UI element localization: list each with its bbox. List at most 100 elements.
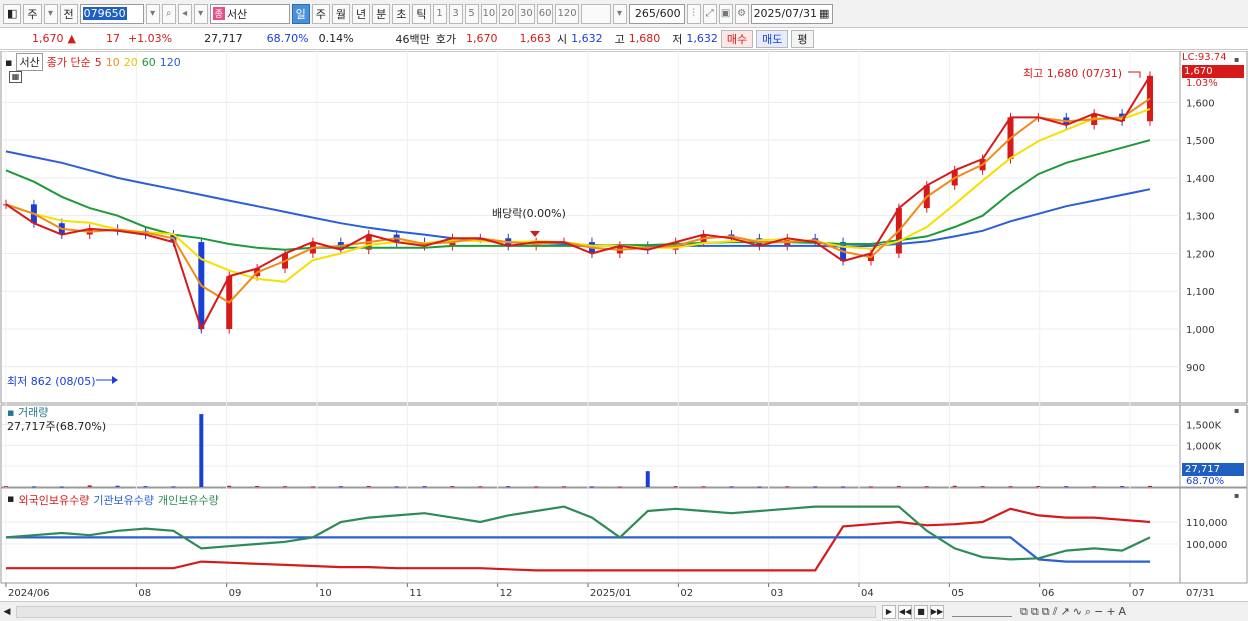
x-tick-label: 12 xyxy=(500,588,513,599)
low-price: 1,632 xyxy=(686,32,718,45)
interval-custom-input[interactable] xyxy=(580,3,611,24)
period-second[interactable]: 초 xyxy=(392,3,411,24)
search-zoom-icon[interactable]: ⌕ xyxy=(1085,605,1091,619)
trend-icon[interactable]: ↗ xyxy=(1060,605,1069,619)
period-minute[interactable]: 분 xyxy=(372,3,391,24)
period-month[interactable]: 월 xyxy=(331,3,351,24)
period-tick[interactable]: 틱 xyxy=(412,3,431,24)
layout-2-icon[interactable]: ⧉ xyxy=(1031,605,1039,619)
price-tick-label: 1,500 xyxy=(1186,136,1215,147)
holdings-close-icon[interactable]: ▪ xyxy=(1234,491,1239,500)
price-tick-label: 1,300 xyxy=(1186,212,1215,223)
speaker-dropdown-icon[interactable]: ▾ xyxy=(193,3,208,24)
interval-120[interactable]: 120 xyxy=(555,3,579,24)
bar-count-max: /600 xyxy=(655,7,681,20)
chart-svg[interactable]: 1,600 1,500 1,400 1,300 1,200 1,100 1,000 900 1,… xyxy=(0,51,1248,603)
panel-menu-icon[interactable]: ▪ xyxy=(5,56,12,69)
high-label: 고 xyxy=(614,32,625,46)
rewind-icon[interactable]: ◀◀ xyxy=(898,604,912,619)
ask-price: 1,670 xyxy=(466,32,498,45)
legend-stock-name[interactable]: 서산 xyxy=(16,53,43,71)
period-day[interactable]: 일 xyxy=(291,3,310,24)
code-dropdown-icon[interactable]: ▾ xyxy=(145,3,160,24)
bid-price: 1,663 xyxy=(519,32,552,45)
speaker-icon[interactable]: ◂ xyxy=(177,3,192,24)
holdings-line-2 xyxy=(5,505,1151,561)
volume-tick-label: 1,500K xyxy=(1186,421,1222,432)
font-size-icon[interactable]: A xyxy=(1119,605,1127,619)
volume-value-label: 27,717주(68.70%) xyxy=(7,420,107,433)
interval-3[interactable]: 3 xyxy=(448,3,463,24)
zoom-out-icon[interactable]: − xyxy=(1094,605,1103,619)
x-tick-label: 10 xyxy=(319,588,332,599)
zoom-in-icon[interactable]: + xyxy=(1106,605,1115,619)
period-year[interactable]: 년 xyxy=(352,3,371,24)
stock-code-input[interactable]: 079650 xyxy=(79,3,144,24)
volume-bar xyxy=(980,486,985,488)
price-change-pct: +1.03% xyxy=(127,32,173,45)
scroll-bar: ◀ ▶ ◀◀ ■ ▶▶ ⧉ ⧉ ⧉ ⫽ ↗ ∿ ⌕ − + A xyxy=(0,601,1248,621)
volume-bar xyxy=(227,485,232,487)
legend-label: 종가 단순 xyxy=(46,56,91,69)
chart-area[interactable]: 1,600 1,500 1,400 1,300 1,200 1,100 1,000 900 1,… xyxy=(0,51,1248,603)
last-price-pct: 1.03% xyxy=(1186,78,1218,89)
x-tick-label: 2024/06 xyxy=(8,588,50,599)
volume-bar xyxy=(143,486,148,488)
candle-type-icon[interactable]: ⫶ xyxy=(686,3,701,24)
zoom-slider[interactable] xyxy=(952,607,1012,617)
scroll-track[interactable] xyxy=(16,605,876,618)
price-tick-label: 900 xyxy=(1186,363,1205,374)
volume-bar xyxy=(506,486,511,488)
interval-60[interactable]: 60 xyxy=(536,3,554,24)
interval-dropdown-icon[interactable]: ▾ xyxy=(612,3,627,24)
period-week[interactable]: 주 xyxy=(311,3,330,24)
save-icon[interactable]: ▣ xyxy=(718,3,733,24)
holdings-line-1 xyxy=(6,536,1150,563)
market-dropdown-icon[interactable]: ▾ xyxy=(43,3,58,24)
volume-close-icon[interactable]: ▪ xyxy=(1234,406,1239,415)
volume-bar xyxy=(868,486,873,488)
draw-tool-icon[interactable]: ⤢ xyxy=(702,3,717,24)
price-tick-label: 1,100 xyxy=(1186,287,1215,298)
date-input[interactable]: 2025/07/31 ▦ xyxy=(750,3,833,24)
stop-icon[interactable]: ■ xyxy=(914,604,928,619)
maximize-icon[interactable]: ▪ xyxy=(1234,55,1239,64)
eval-button[interactable]: 평 xyxy=(791,29,814,48)
layout-3-icon[interactable]: ⧉ xyxy=(1042,605,1050,619)
window-menu-icon[interactable]: ◧ xyxy=(3,3,22,24)
sell-button[interactable]: 매도 xyxy=(756,29,789,48)
volume-bar xyxy=(310,486,315,488)
volume-bar xyxy=(645,471,650,487)
volume-bar xyxy=(87,485,92,487)
market-button[interactable]: 주 xyxy=(23,3,42,24)
prev-button[interactable]: 전 xyxy=(59,3,78,24)
legend-ma-60: 60 xyxy=(141,55,156,69)
volume-value: 27,717 xyxy=(204,32,243,45)
layout-icon[interactable]: ⧉ xyxy=(1020,605,1028,619)
bar-count-input[interactable]: 265/600 xyxy=(628,3,685,24)
scroll-left-icon[interactable]: ◀ xyxy=(0,604,14,620)
x-tick-label: 03 xyxy=(771,588,784,599)
holdings-menu-icon[interactable]: ▪ xyxy=(7,492,14,508)
volume-bar xyxy=(1148,485,1152,487)
wave-icon[interactable]: ∿ xyxy=(1073,605,1082,619)
indicator-icon[interactable]: ⫽ xyxy=(1053,605,1058,619)
legend-foreign: 외국인보유수량 xyxy=(18,494,90,507)
volume-bar xyxy=(1064,486,1069,488)
gear-icon[interactable]: ⚙ xyxy=(734,3,749,24)
interval-10[interactable]: 10 xyxy=(480,3,498,24)
search-icon[interactable]: ⌕ xyxy=(161,3,176,24)
interval-5[interactable]: 5 xyxy=(464,3,479,24)
calendar-icon[interactable]: ▦ xyxy=(819,7,829,20)
calculator-icon[interactable]: ▦ xyxy=(9,71,22,83)
volume-bar xyxy=(478,486,483,488)
play-icon[interactable]: ▶ xyxy=(882,604,896,619)
buy-button[interactable]: 매수 xyxy=(720,29,754,48)
interval-1[interactable]: 1 xyxy=(432,3,447,24)
stock-name-field[interactable]: 종 서산 xyxy=(209,3,290,24)
price-tick-label: 1,200 xyxy=(1186,249,1215,260)
fast-forward-icon[interactable]: ▶▶ xyxy=(930,604,944,619)
legend-ma-20: 20 xyxy=(123,55,138,69)
interval-20[interactable]: 20 xyxy=(499,3,516,24)
interval-30[interactable]: 30 xyxy=(518,3,535,24)
